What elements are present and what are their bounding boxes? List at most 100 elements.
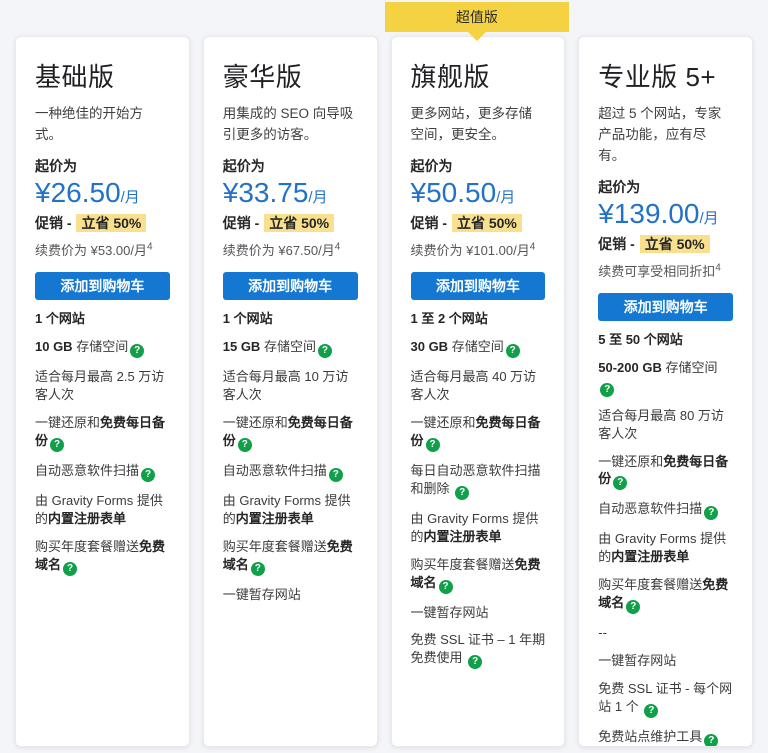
plan-card: 专业版 5+ 超过 5 个网站，专家产品功能，应有尽有。 起价为 ¥139.00… [578,36,753,747]
add-to-cart-button-1[interactable]: 添加到购物车 [35,272,170,300]
feature-text-bold: 1 个网站 [222,311,273,326]
renewal-text: 续费价为 ¥67.50/月 [222,243,335,258]
feature-item: 1 至 2 个网站 [411,310,546,328]
feature-item: 5 至 50 个网站 [598,331,733,349]
feature-item: 一键暂存网站 [598,652,733,670]
promo-line: 促销 - 立省 50% [35,213,170,233]
feature-item: 免费 SSL 证书 - 每个网站 1 个 ? [598,680,733,719]
price-amount: ¥33.75 [222,177,309,208]
help-icon[interactable]: ? [505,343,520,358]
feature-text-bold: 5 至 50 个网站 [598,331,683,347]
feature-text: 购买年度套餐赠送 [598,577,703,593]
feature-item: 50-200 GB 存储空间? [598,359,733,397]
plan-column-1: 基础版 一种绝佳的开始方式。 起价为 ¥26.50/月 促销 - 立省 50% … [15,2,190,747]
help-icon[interactable]: ? [704,734,719,746]
help-icon[interactable]: ? [141,467,156,482]
feature-text: -- [598,625,607,641]
feature-text: 一键还原和 [35,414,101,430]
feature-text: 适合每月最高 80 万访客人次 [598,407,724,441]
promo-highlight: 立省 50% [639,234,710,253]
help-icon[interactable]: ? [317,343,332,358]
badge-slot: 超值版 [384,2,570,41]
plan-description: 用集成的 SEO 向导吸引更多的访客。 [222,106,354,142]
promo-prefix: 促销 - [222,215,264,231]
help-icon[interactable]: ? [425,437,440,452]
feature-item: 适合每月最高 40 万访客人次 [411,368,546,404]
price-per-month: /月 [120,189,140,206]
plan-card: 旗舰版 更多网站，更多存储空间，更安全。 起价为 ¥50.50/月 促销 - 立… [390,36,566,747]
add-to-cart-button-2[interactable]: 添加到购物车 [222,272,358,300]
add-to-cart-button-3[interactable]: 添加到购物车 [410,272,546,300]
feature-text-bold: 30 GB [410,338,449,354]
feature-text: 一键暂存网站 [410,604,489,620]
feature-text: 购买年度套餐赠送 [222,538,327,554]
renewal-note: 续费价为 ¥67.50/月4 [223,240,358,259]
feature-item: 每日自动恶意软件扫描和删除 ? [411,462,546,500]
plan-name: 旗舰版 [410,62,491,92]
promo-prefix: 促销 - [410,215,451,231]
help-icon[interactable]: ? [626,600,641,615]
badge-slot [15,2,190,32]
feature-item: 由 Gravity Forms 提供的内置注册表单 [223,492,358,528]
price-line: ¥50.50/月 [411,177,546,209]
add-to-cart-button-4[interactable]: 添加到购物车 [598,292,733,321]
feature-item: 由 Gravity Forms 提供的内置注册表单 [411,510,546,546]
feature-item: 适合每月最高 80 万访客人次 [598,407,733,443]
badge-slot [578,2,753,32]
feature-list: 1 个网站 10 GB 存储空间? 适合每月最高 2.5 万访客人次 一键还原和免费每… [35,310,170,576]
help-icon[interactable]: ? [63,561,78,576]
renewal-footnote-marker: 4 [334,241,341,253]
feature-item: 15 GB 存储空间? [223,338,358,358]
feature-text: 一键暂存网站 [222,586,301,602]
plan-card: 基础版 一种绝佳的开始方式。 起价为 ¥26.50/月 促销 - 立省 50% … [15,36,190,747]
promo-line: 促销 - 立省 50% [223,213,358,233]
price-per-month: /月 [308,189,328,206]
feature-item: 由 Gravity Forms 提供的内置注册表单 [35,492,170,528]
help-icon[interactable]: ? [704,506,719,521]
feature-text-bold: 10 GB [35,338,73,354]
pricing-row: 基础版 一种绝佳的开始方式。 起价为 ¥26.50/月 促销 - 立省 50% … [0,0,768,751]
feature-text-bold: 1 个网站 [35,311,85,326]
help-icon[interactable]: ? [600,382,615,397]
feature-text-bold: 内置注册表单 [48,510,127,526]
feature-text: 一键还原和 [410,414,476,430]
price-label: 起价为 [35,158,77,174]
help-icon[interactable]: ? [130,343,145,358]
feature-text: 一键还原和 [222,414,288,430]
feature-text-bold: 内置注册表单 [235,510,314,526]
promo-prefix: 促销 - [35,215,76,231]
feature-item: 自动恶意软件扫描? [35,462,170,482]
plan-description: 超过 5 个网站，专家产品功能，应有尽有。 [598,106,722,163]
feature-list: 1 个网站 15 GB 存储空间? 适合每月最高 10 万访客人次 一键还原和免费每日… [223,310,358,604]
feature-item: 自动恶意软件扫描? [598,500,733,521]
feature-item: 一键还原和免费每日备份? [35,414,170,452]
plan-column-4: 专业版 5+ 超过 5 个网站，专家产品功能，应有尽有。 起价为 ¥139.00… [578,2,753,747]
feature-item: 适合每月最高 2.5 万访客人次 [35,368,170,404]
help-icon[interactable]: ? [644,704,659,719]
help-icon[interactable]: ? [455,485,470,500]
renewal-text: 续费可享受相同折扣 [598,263,716,279]
price-label: 起价为 [222,158,265,174]
feature-item: 免费站点维护工具? [598,728,733,746]
help-icon[interactable]: ? [468,655,483,670]
feature-text: 存储空间 [448,338,504,354]
feature-item: 免费 SSL 证书 – 1 年期免费使用 ? [411,631,546,670]
price-line: ¥26.50/月 [35,177,170,209]
help-icon[interactable]: ? [328,467,343,482]
help-icon[interactable]: ? [50,437,65,452]
feature-item: 30 GB 存储空间? [411,338,546,358]
renewal-footnote-marker: 4 [147,241,153,253]
feature-text: 一键还原和 [598,453,664,469]
feature-item: 一键暂存网站 [223,586,358,604]
help-icon[interactable]: ? [250,561,265,576]
feature-item: 购买年度套餐赠送免费域名? [223,538,358,576]
help-icon[interactable]: ? [613,476,628,491]
price-amount: ¥139.00 [598,197,700,229]
promo-highlight: 立省 50% [264,214,335,232]
renewal-text: 续费价为 ¥53.00/月 [35,243,147,258]
feature-item: 1 个网站 [223,310,358,328]
plan-column-2: 豪华版 用集成的 SEO 向导吸引更多的访客。 起价为 ¥33.75/月 促销 … [202,2,378,747]
help-icon[interactable]: ? [438,579,453,594]
help-icon[interactable]: ? [237,437,252,452]
badge-slot [203,2,378,32]
